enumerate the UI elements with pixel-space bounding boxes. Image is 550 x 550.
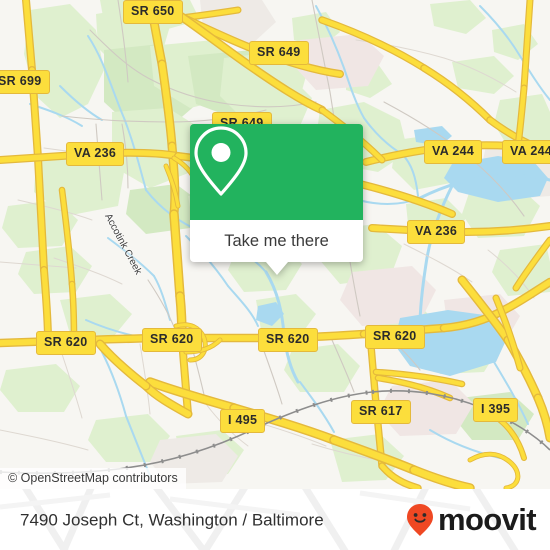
map-pin-icon [194, 126, 248, 196]
road-shield-sr620-midwest[interactable]: SR 620 [142, 328, 202, 352]
road-shield-i395[interactable]: I 395 [473, 398, 519, 422]
road-shield-va244-east[interactable]: VA 244 [502, 140, 550, 164]
destination-callout-card[interactable]: Take me there [190, 124, 363, 275]
callout-pointer [265, 262, 288, 275]
osm-attribution: © OpenStreetMap contributors [0, 467, 186, 489]
moovit-wordmark: moovit [437, 502, 537, 537]
map-canvas[interactable]: .park{fill:#dff0cf;} .parkd{fill:#d3e9c2… [0, 0, 550, 489]
road-shield-sr649[interactable]: SR 649 [249, 41, 309, 65]
road-shield-sr620-east[interactable]: SR 620 [365, 325, 425, 349]
callout-card-action[interactable]: Take me there [190, 220, 363, 262]
road-shield-va236[interactable]: VA 236 [66, 142, 125, 166]
road-shield-sr699[interactable]: SR 699 [0, 70, 50, 94]
road-shield-va244[interactable]: VA 244 [424, 140, 483, 164]
road-shield-va236-east[interactable]: VA 236 [407, 220, 466, 244]
road-shield-i495[interactable]: I 495 [220, 409, 266, 433]
moovit-brand[interactable]: moovit [406, 502, 537, 537]
moovit-map-screen: .park{fill:#dff0cf;} .parkd{fill:#d3e9c2… [0, 0, 550, 550]
callout-card-header [190, 124, 363, 220]
road-shield-sr620-west[interactable]: SR 620 [36, 331, 96, 355]
location-title: 7490 Joseph Ct, Washington / Baltimore [20, 510, 324, 529]
road-shield-sr617[interactable]: SR 617 [351, 400, 411, 424]
footer-bar: 7490 Joseph Ct, Washington / Baltimore m… [0, 489, 550, 550]
road-shield-sr650[interactable]: SR 650 [123, 0, 183, 24]
road-shield-sr620-mid[interactable]: SR 620 [258, 328, 318, 352]
take-me-there-label: Take me there [224, 231, 329, 250]
moovit-pin-smiley-icon [406, 503, 433, 536]
